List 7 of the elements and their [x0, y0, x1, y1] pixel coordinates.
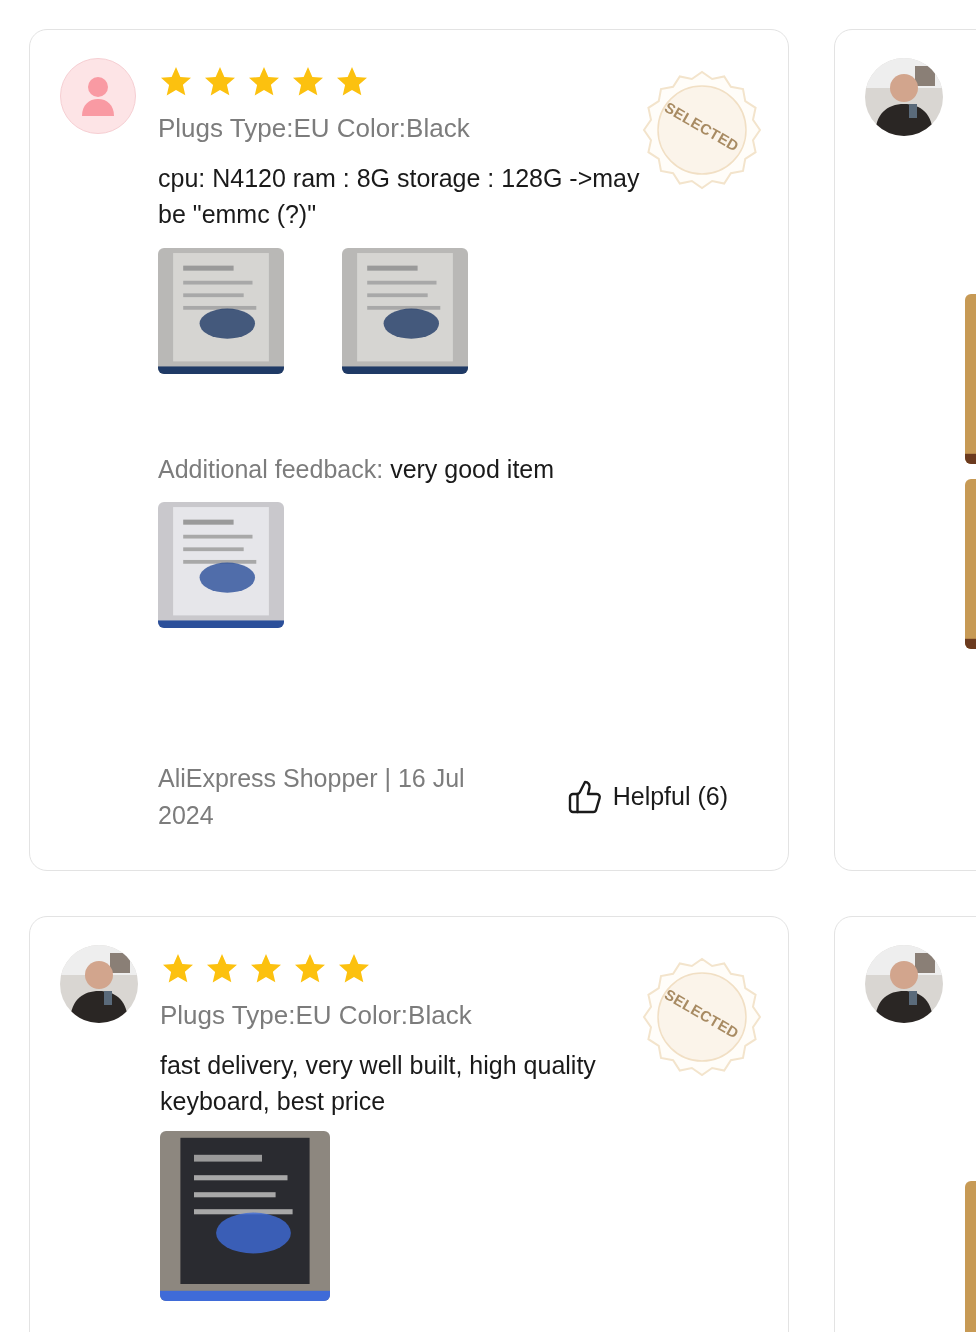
variant-text: Plugs Type:EU Color:Black: [158, 112, 470, 145]
review-text: fast delivery, very well built, high quality keyboard, best price: [160, 1050, 597, 1117]
variant-text: Plugs Type:EU Color:Black: [160, 999, 472, 1032]
review-text: cpu: N4120 ram : 8G storage : 128G ->may be "emmc (?)": [158, 163, 641, 230]
helpful-button[interactable]: Helpful (6): [566, 778, 728, 816]
additional-feedback-text: Additional feedback: very good item: [158, 454, 556, 485]
author-date: AliExpress Shopper | 16 Jul 2024: [158, 763, 466, 831]
